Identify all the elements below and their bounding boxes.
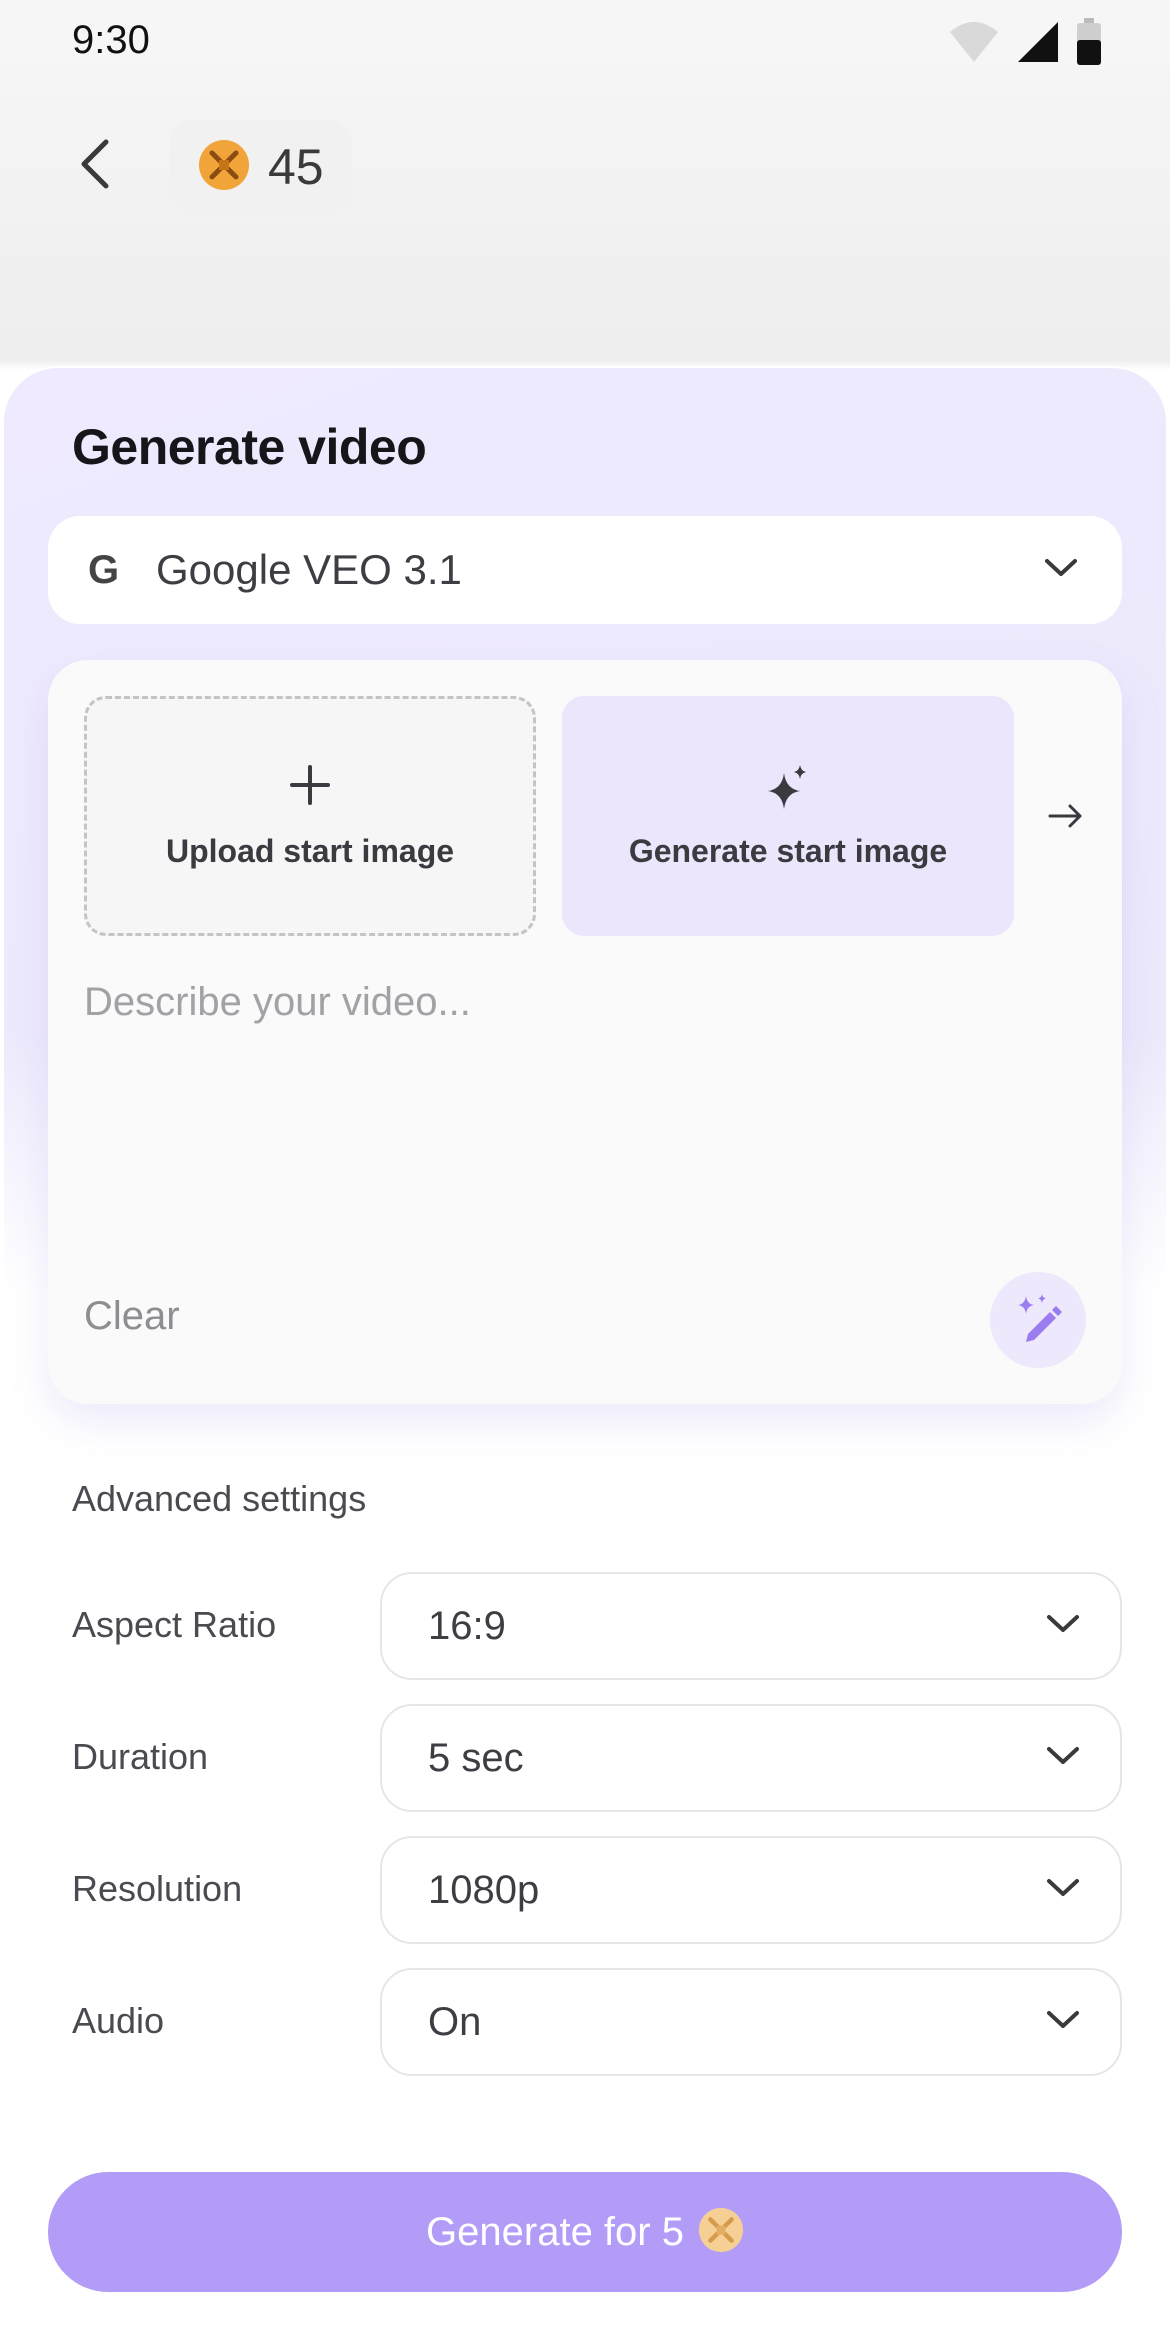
advanced-settings-title: Advanced settings [72,1478,367,1519]
duration-select[interactable]: 5 sec [380,1704,1122,1812]
coin-icon [198,139,250,196]
chevron-down-icon [1046,1614,1080,1639]
resolution-select[interactable]: 1080p [380,1836,1122,1944]
setting-label: Resolution [72,1868,243,1909]
credits-count: 45 [268,139,324,195]
chevron-down-icon [1046,1746,1080,1771]
generate-button-label: Generate for 5 [426,2209,684,2254]
sparkle-icon [764,763,812,819]
generate-start-image-button[interactable]: Generate start image [562,696,1014,936]
credits-pill[interactable]: 45 [170,120,352,214]
setting-row-duration: Duration 5 sec [0,1704,1170,1812]
generate-start-image-label: Generate start image [628,832,948,869]
status-icons [948,18,1102,71]
prompt-card: Upload start image Generate start image … [48,660,1122,1404]
back-icon [76,138,116,195]
battery-icon [1076,18,1102,71]
magic-pen-icon [1010,1290,1066,1351]
enhance-prompt-button[interactable] [990,1272,1086,1368]
aspect-ratio-select[interactable]: 16:9 [380,1572,1122,1680]
page-title: Generate video [72,419,427,475]
plus-icon [288,763,332,819]
signal-icon [1016,20,1060,69]
model-select[interactable]: G Google VEO 3.1 [48,516,1122,624]
status-time: 9:30 [72,18,150,62]
model-name: Google VEO 3.1 [156,546,462,593]
screen: 9:30 45 Generate video G Google VEO 3.1 [0,0,1170,2340]
setting-label: Audio [72,2000,165,2041]
chevron-down-icon [1046,1878,1080,1903]
prompt-input[interactable] [84,980,1084,1240]
upload-start-image-label: Upload start image [165,832,455,869]
setting-value: 5 sec [428,1735,524,1780]
chevron-down-icon [1044,558,1078,583]
status-bar: 9:30 [0,0,1170,80]
upload-start-image-button[interactable]: Upload start image [84,696,536,936]
setting-row-resolution: Resolution 1080p [0,1836,1170,1944]
setting-value: 1080p [428,1867,540,1912]
generate-button[interactable]: Generate for 5 [48,2172,1122,2292]
setting-label: Duration [72,1736,209,1777]
setting-label: Aspect Ratio [72,1604,277,1645]
chevron-down-icon [1046,2010,1080,2035]
arrow-right-icon [1048,802,1084,835]
setting-value: On [428,1999,482,2044]
more-options-button[interactable] [1036,788,1096,848]
setting-row-aspect-ratio: Aspect Ratio 16:9 [0,1572,1170,1680]
coin-icon [698,2207,744,2258]
back-button[interactable] [60,130,132,202]
clear-button[interactable]: Clear [84,1294,180,1339]
google-logo-icon: G [88,547,120,592]
wifi-icon [948,20,1000,69]
setting-value: 16:9 [428,1603,506,1648]
setting-row-audio: Audio On [0,1968,1170,2076]
audio-select[interactable]: On [380,1968,1122,2076]
